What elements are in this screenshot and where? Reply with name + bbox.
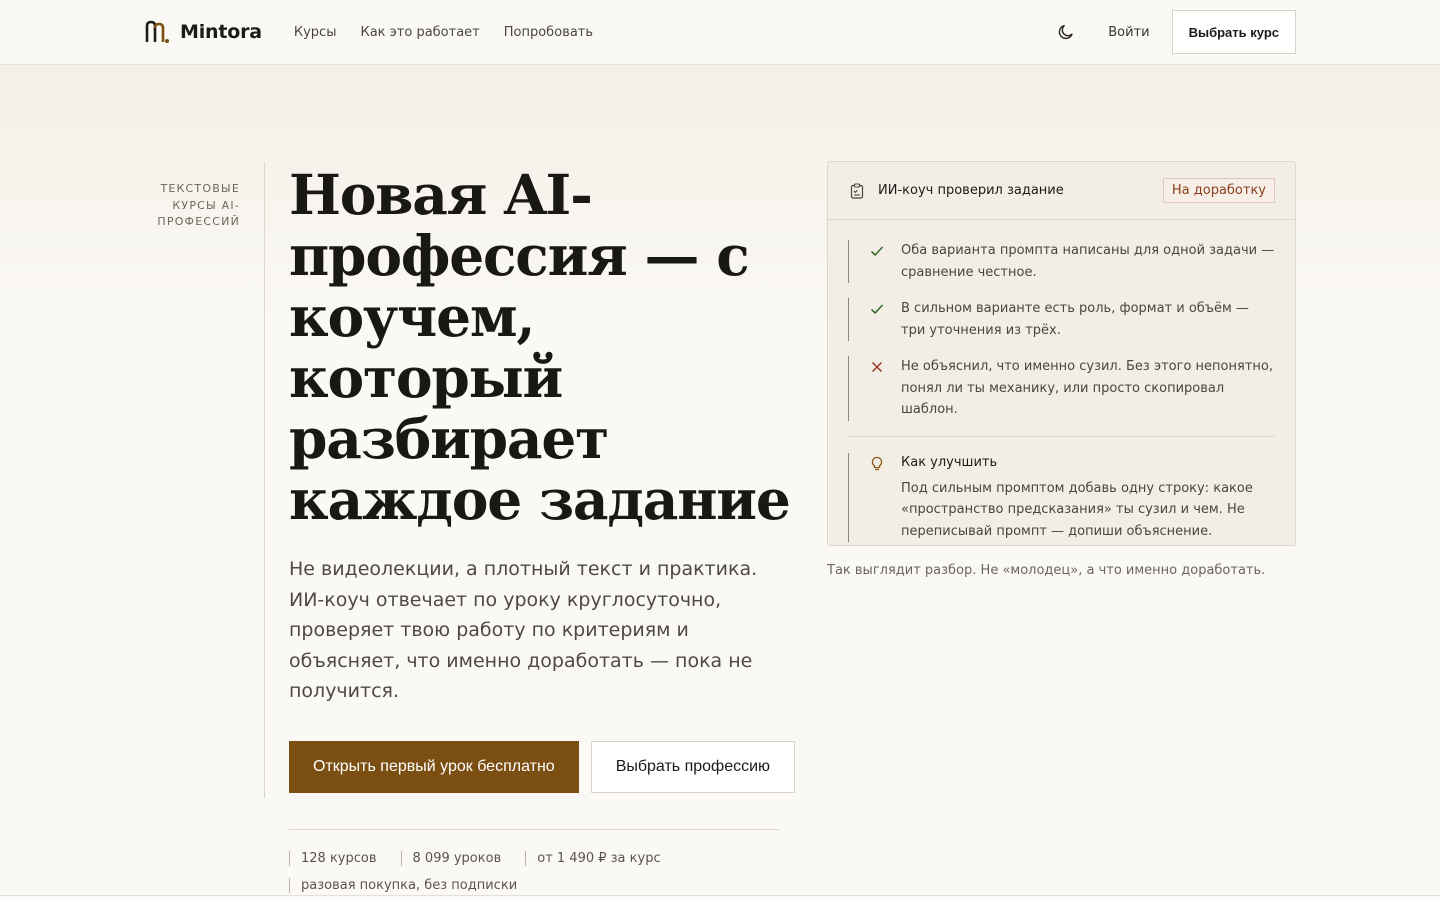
open-first-lesson-button[interactable]: Открыть первый урок бесплатно [289,740,579,793]
status-badge: На доработку [1162,178,1275,203]
hero-title: Новая AI-профессия — с коучем, который р… [289,162,791,532]
improve-title: Как улучшить [901,454,998,470]
hero: Новая AI-профессия — с коучем, который р… [289,162,799,893]
site-header: Mintora Курсы Как это работает Попробова… [0,0,1440,65]
improve-block: Как улучшить Под сильным промптом добавь… [848,452,1275,542]
brand-name: Mintora [180,21,262,43]
section-divider [0,895,1440,896]
left-rail: Текстовые курсы AI-профессий [144,162,265,798]
check-text: В сильном варианте есть роль, формат и о… [901,301,1249,338]
rail-label: Текстовые курсы AI-профессий [157,182,240,228]
card-caption: Так выглядит разбор. Не «молодец», а что… [827,563,1266,578]
card-title: ИИ-коуч проверил задание [878,183,1064,198]
checks-list: Оба варианта промпта написаны для одной … [848,240,1275,542]
clipboard-check-icon [850,182,864,199]
coach-review-card: ИИ-коуч проверил задание На доработку Об… [827,161,1296,546]
login-link[interactable]: Войти [1108,25,1149,40]
checkmark-icon [870,246,884,257]
check-item: Не объяснил, что именно сузил. Без этого… [848,356,1275,421]
card-header: ИИ-коуч проверил задание На доработку [828,162,1295,220]
logo-icon [145,20,169,43]
check-item: В сильном варианте есть роль, формат и о… [848,298,1275,341]
lightbulb-icon [871,456,883,470]
main-nav: Курсы Как это работает Попробовать [294,25,593,40]
logo[interactable]: Mintora [144,19,262,45]
cta-row: Открыть первый урок бесплатно Выбрать пр… [289,740,799,793]
choose-course-button[interactable]: Выбрать курс [1171,10,1296,54]
nav-try[interactable]: Попробовать [504,25,593,40]
stats: 128 курсов 8 099 уроков от 1 490 ₽ за ку… [289,828,779,893]
stat-courses: 128 курсов [289,850,401,866]
nav-courses[interactable]: Курсы [294,25,337,40]
choose-profession-button[interactable]: Выбрать профессию [590,740,796,793]
stat-purchase: разовая покупка, без подписки [289,877,541,893]
improve-text: Под сильным промптом добавь одну строку:… [901,480,1253,539]
check-item: Оба варианта промпта написаны для одной … [848,240,1275,283]
moon-icon [1058,24,1073,40]
nav-how-it-works[interactable]: Как это работает [360,25,479,40]
check-text: Не объяснил, что именно сузил. Без этого… [901,359,1273,417]
checkmark-icon [870,304,884,315]
cross-icon [871,361,883,373]
hero-subtitle: Не видеолекции, а плотный текст и практи… [289,558,758,702]
theme-toggle-button[interactable] [1050,16,1082,48]
stat-lessons: 8 099 уроков [400,850,526,866]
divider [848,435,1275,437]
stat-price: от 1 490 ₽ за курс [525,850,684,866]
check-text: Оба варианта промпта написаны для одной … [901,243,1275,280]
